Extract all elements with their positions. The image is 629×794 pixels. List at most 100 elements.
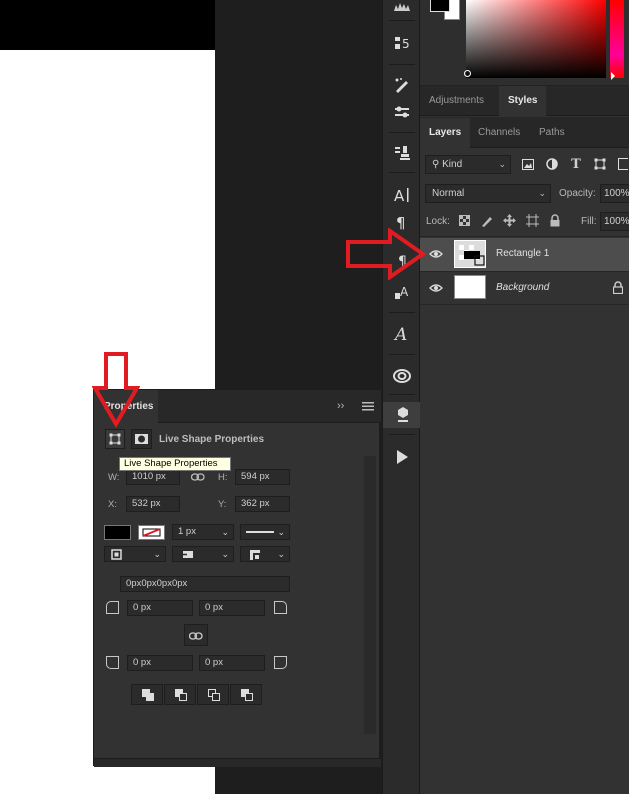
right-panel: Adjustments Styles Layers Channels Paths… [420,0,629,794]
fill-color-swatch[interactable] [104,525,131,540]
stroke-corners-select[interactable]: ⌄ [240,546,290,562]
filter-type-icon[interactable]: T [569,156,583,172]
lock-artboard-icon[interactable] [525,213,539,228]
x-label: X: [108,499,117,510]
annotation-arrow-down [92,352,140,428]
character-styles-icon[interactable]: A [383,279,421,305]
blend-mode-select[interactable]: Normal ⌄ [425,184,551,203]
top-left-corner-icon [106,601,119,614]
layer-filter-kind-select[interactable]: ⚲ Kind ⌄ [425,155,511,174]
brush-presets-icon[interactable] [383,100,421,126]
height-input[interactable]: 594 px [235,469,290,485]
properties-swap-icon[interactable]: 5 [383,30,421,56]
adjustments-styles-tabbar: Adjustments Styles [420,86,629,116]
brush-settings-icon[interactable] [383,72,421,98]
y-label: Y: [218,499,227,510]
stroke-align-icon [111,549,122,560]
path-op-intersect-button[interactable] [197,684,229,705]
collapse-panel-icon[interactable]: ›› [337,400,344,412]
path-op-combine-button[interactable] [131,684,163,705]
tab-layers[interactable]: Layers [420,118,471,148]
lock-icon [613,281,623,294]
svg-text:A: A [393,325,407,342]
annotation-arrow-right [346,228,427,280]
properties-panel: Properties ›› Live Shape Properties W: 1… [93,389,381,767]
layer-name: Background [496,282,550,293]
layer-row-background[interactable]: Background [420,271,629,304]
3d-icon[interactable] [383,402,421,428]
corner-bottom-left-input[interactable]: 0 px [127,655,193,671]
link-icon[interactable] [191,472,205,482]
filter-shape-icon[interactable] [593,157,607,171]
layer-thumbnail-background [454,275,486,299]
x-input[interactable]: 532 px [126,496,180,512]
hue-slider-marker[interactable] [611,72,615,80]
panel-menu-icon[interactable] [362,402,374,411]
stroke-type-select[interactable]: ⌄ [240,524,290,540]
tab-styles[interactable]: Styles [499,86,547,116]
filter-smart-object-icon[interactable] [617,157,629,171]
filter-adjustment-icon[interactable] [545,157,559,171]
stroke-color-swatch[interactable] [138,525,165,540]
bottom-right-corner-icon [274,656,287,669]
filter-pixel-icon[interactable] [521,157,535,171]
tab-channels[interactable]: Channels [469,118,529,148]
panel-icon-strip: 5 A ¶ ¶ A A [382,0,421,794]
y-input[interactable]: 362 px [235,496,290,512]
svg-text:A: A [400,285,409,299]
histogram-icon[interactable] [383,0,421,14]
h-label: H: [218,472,228,483]
eye-visibility-icon[interactable] [429,248,443,260]
no-stroke-icon [142,528,161,537]
color-picker-marker[interactable] [464,70,471,77]
path-op-subtract-button[interactable] [164,684,196,705]
hue-slider[interactable] [610,0,624,78]
mask-icon [135,434,148,444]
creative-cloud-icon[interactable] [383,362,421,388]
link-icon [189,632,203,640]
color-picker-field[interactable] [466,0,606,78]
live-shape-properties-button[interactable] [105,429,125,449]
lock-all-icon[interactable] [548,213,561,228]
solid-line-icon [246,531,274,533]
character-icon[interactable]: A [383,182,421,208]
glyphs-icon[interactable]: A [383,320,421,346]
section-title: Live Shape Properties [159,434,265,445]
layer-name: Rectangle 1 [496,248,550,259]
foreground-color-swatch[interactable] [430,0,450,12]
chevron-down-icon: ⌄ [277,549,285,559]
path-op-exclude-button[interactable] [230,684,262,705]
corner-top-left-input[interactable]: 0 px [127,600,193,616]
properties-scrollbar[interactable] [364,456,376,734]
document-top-edge [0,0,215,50]
stroke-caps-icon [181,551,193,558]
chevron-down-icon: ⌄ [498,159,506,169]
lock-pixels-brush-icon[interactable] [480,213,494,228]
corner-top-right-input[interactable]: 0 px [199,600,265,616]
lock-transparency-icon[interactable] [458,214,471,227]
tab-paths[interactable]: Paths [530,118,574,148]
corner-bottom-right-input[interactable]: 0 px [199,655,265,671]
width-input[interactable]: 1010 px [126,469,180,485]
layer-row-rectangle-1[interactable]: Rectangle 1 [420,238,629,271]
fill-input[interactable]: 100% [600,212,629,231]
opacity-label: Opacity: [559,188,596,199]
stroke-align-select[interactable]: ⌄ [104,546,166,562]
mask-properties-button[interactable] [131,429,152,449]
tab-adjustments[interactable]: Adjustments [420,86,493,116]
link-corners-button[interactable] [184,624,208,646]
stroke-caps-select[interactable]: ⌄ [172,546,234,562]
layers-tabbar: Layers Channels Paths [420,118,629,148]
stroke-corners-icon [250,550,260,560]
clone-source-icon[interactable] [383,140,421,166]
chevron-down-icon: ⌄ [277,527,285,537]
stroke-width-value: 1 px [178,526,196,537]
opacity-input[interactable]: 100% [600,184,629,203]
play-icon[interactable] [383,444,421,470]
stroke-width-input[interactable]: 1 px ⌄ [172,524,234,540]
bottom-left-corner-icon [106,656,119,669]
lock-position-move-icon[interactable] [502,213,517,228]
corner-radius-all-input[interactable]: 0px0px0px0px [120,576,290,592]
live-shape-icon [109,433,121,445]
eye-visibility-icon[interactable] [429,282,443,294]
